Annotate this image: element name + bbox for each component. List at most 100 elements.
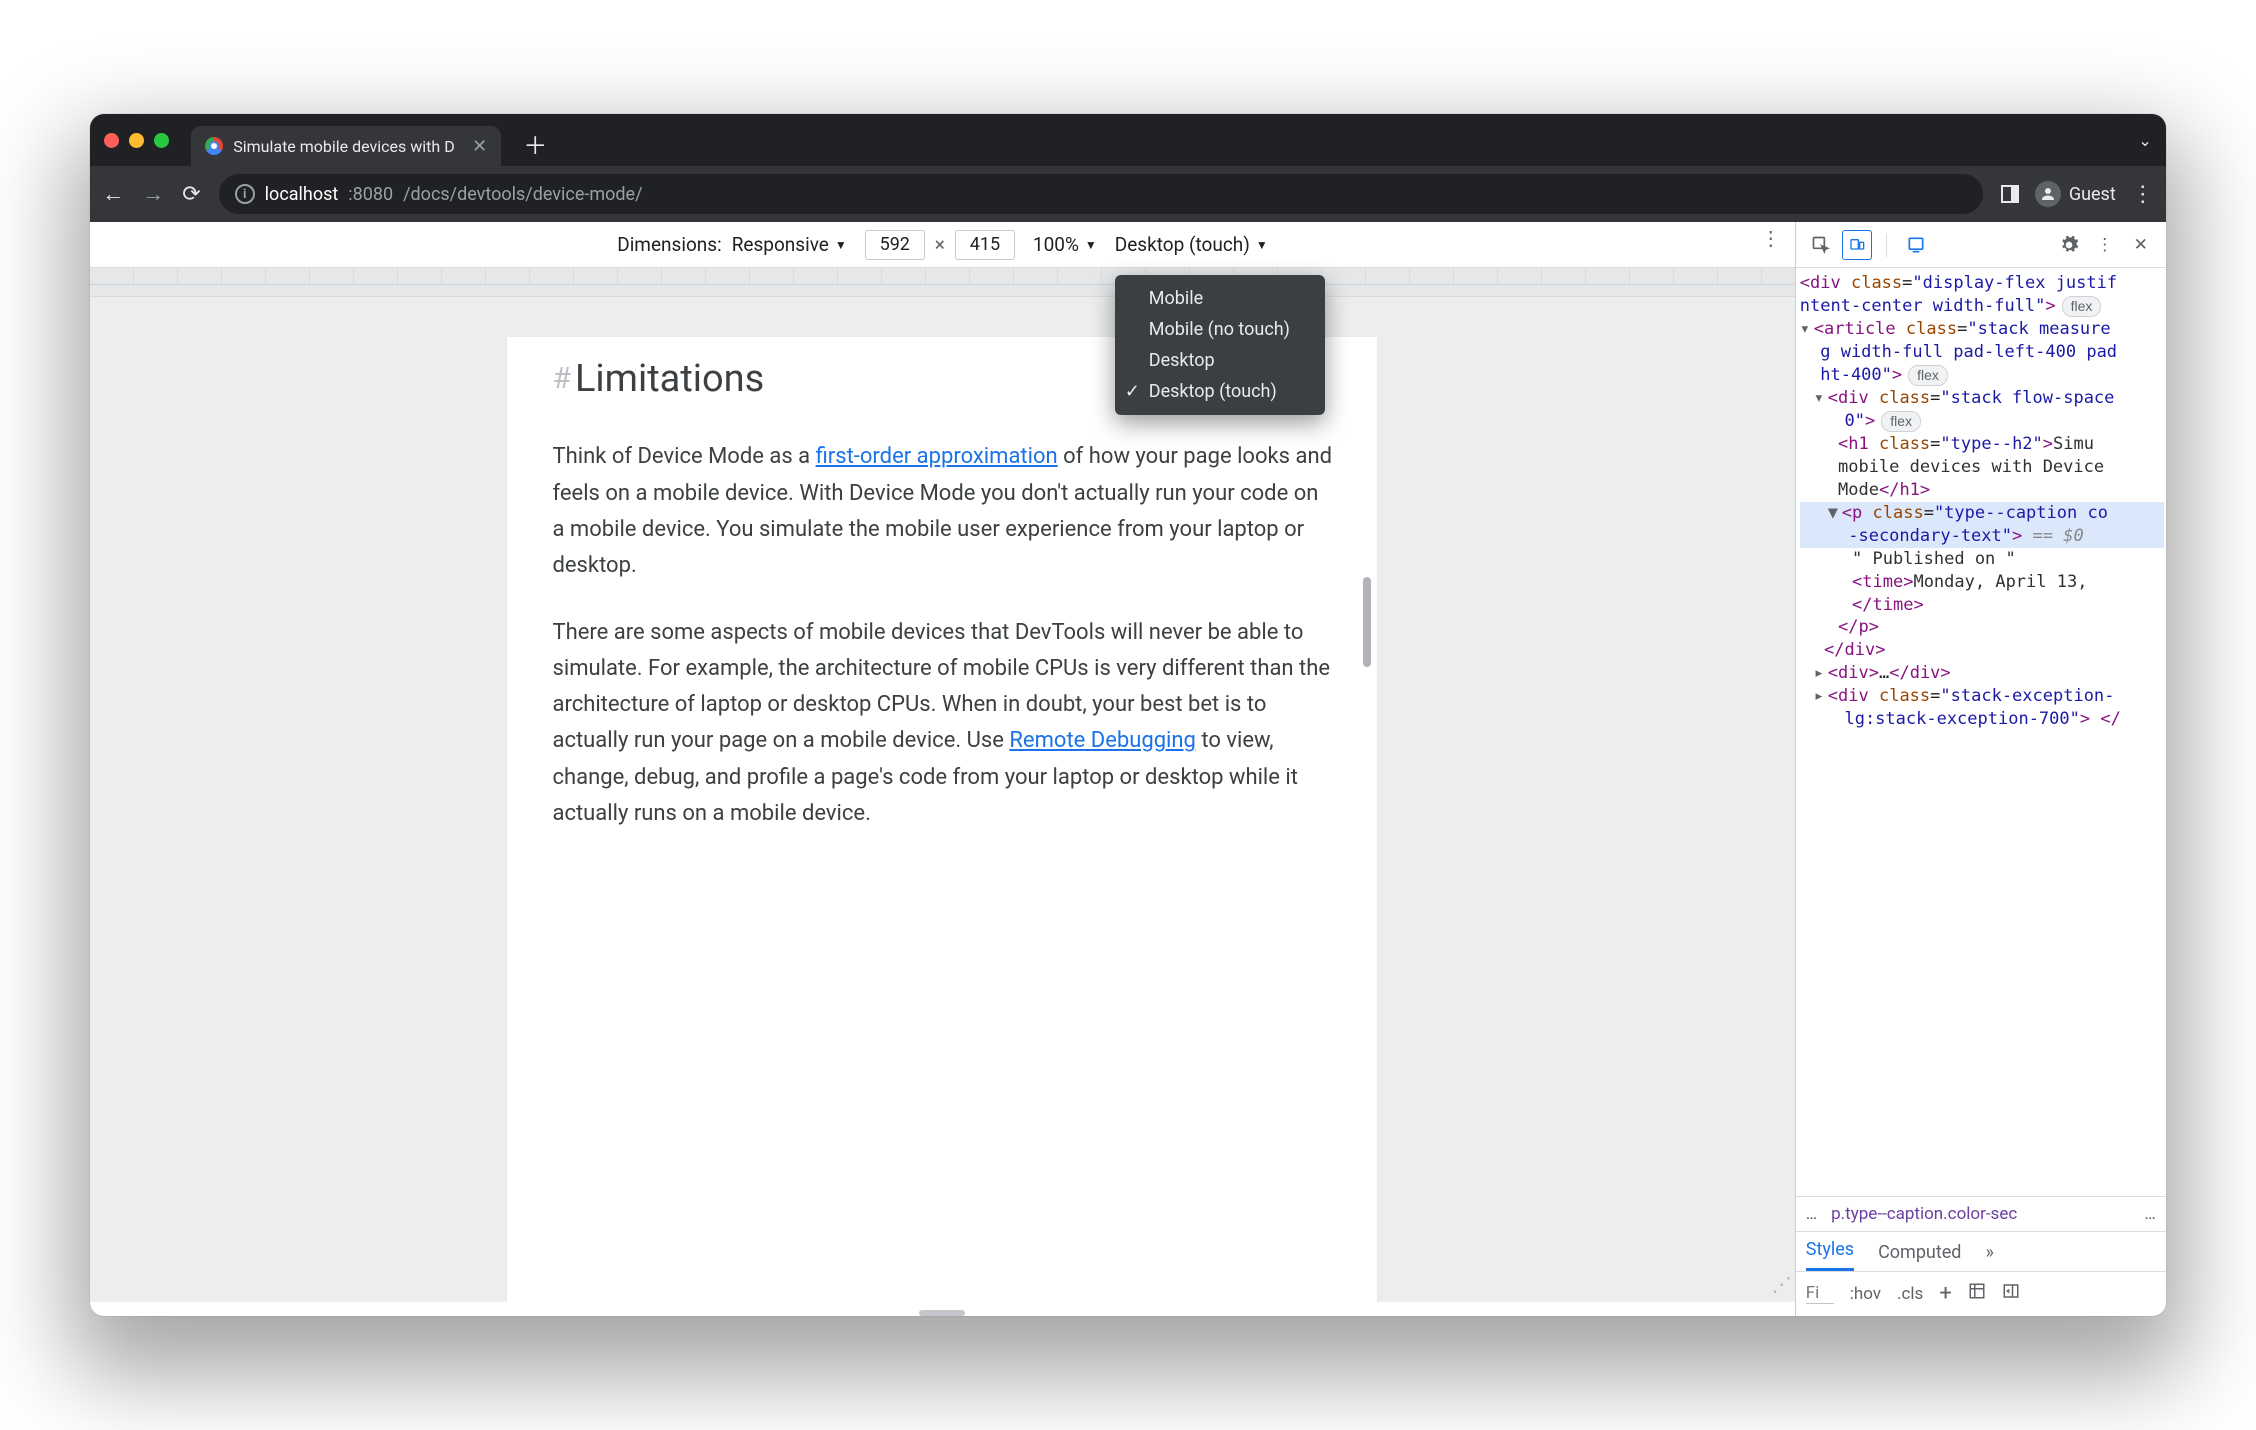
zoom-select[interactable]: 100% ▼: [1033, 233, 1097, 256]
elements-panel-icon[interactable]: [1901, 230, 1931, 260]
remote-debugging-link[interactable]: Remote Debugging: [1009, 728, 1196, 753]
toggle-sidebar-icon[interactable]: [2002, 1282, 2020, 1305]
styles-tabs: Styles Computed »: [1796, 1232, 2166, 1272]
profile-button[interactable]: Guest: [2035, 181, 2116, 207]
dom-node[interactable]: mobile devices with Device: [1800, 456, 2164, 479]
tab-title: Simulate mobile devices with D: [233, 137, 454, 156]
settings-button[interactable]: [2054, 230, 2084, 260]
drag-handle[interactable]: [919, 1310, 965, 1316]
ruler-strip: [90, 285, 1795, 297]
device-type-option[interactable]: Desktop: [1115, 345, 1325, 376]
dom-node[interactable]: -secondary-text"> == $0: [1800, 525, 2164, 548]
close-window-button[interactable]: [104, 133, 119, 148]
dom-node[interactable]: lg:stack-exception-700"> </: [1800, 708, 2164, 731]
computed-styles-icon[interactable]: [1968, 1282, 1986, 1305]
dimension-separator: ×: [935, 233, 945, 256]
side-panel-icon[interactable]: [2001, 185, 2019, 203]
separator: [1886, 233, 1887, 257]
dom-node[interactable]: ▾<article class="stack measure: [1800, 318, 2164, 341]
close-devtools-button[interactable]: ✕: [2126, 230, 2156, 260]
dom-node[interactable]: <time>Monday, April 13,: [1800, 571, 2164, 594]
dom-node[interactable]: </p>: [1800, 616, 2164, 639]
tab-list-button[interactable]: ⌄: [2138, 131, 2151, 150]
dom-node[interactable]: " Published on ": [1800, 548, 2164, 571]
avatar-icon: [2035, 181, 2061, 207]
site-info-icon[interactable]: i: [235, 184, 255, 204]
device-toolbar: Dimensions: Responsive ▼ × 100% ▼: [90, 222, 1795, 268]
anchor-hash-icon[interactable]: #: [552, 361, 570, 396]
back-button[interactable]: ←: [102, 181, 124, 207]
new-style-rule-button[interactable]: +: [1939, 1281, 1951, 1306]
breadcrumb-overflow-right[interactable]: …: [2144, 1204, 2155, 1224]
profile-label: Guest: [2069, 184, 2116, 205]
dimensions-label: Dimensions:: [617, 233, 721, 256]
dom-node[interactable]: ▼<p class="type--caption co: [1800, 502, 2164, 525]
emulated-page: #Limitations Think of Device Mode as a f…: [507, 337, 1377, 1301]
dom-node[interactable]: ntent-center width-full">flex: [1800, 295, 2164, 318]
dom-node[interactable]: <div class="display-flex justif: [1800, 272, 2164, 295]
address-bar[interactable]: i localhost :8080/docs/devtools/device-mo…: [219, 174, 1983, 214]
chevron-down-icon: ▼: [835, 238, 847, 252]
dom-breadcrumb[interactable]: … p.type--caption.color-sec …: [1796, 1196, 2166, 1232]
url-path: /docs/devtools/device-mode/: [403, 184, 642, 205]
minimize-window-button[interactable]: [129, 133, 144, 148]
hov-button[interactable]: :hov: [1850, 1284, 1881, 1304]
paragraph-1: Think of Device Mode as a first-order ap…: [552, 439, 1332, 584]
browser-menu-button[interactable]: ⋮: [2132, 182, 2154, 207]
dom-node[interactable]: </time>: [1800, 594, 2164, 617]
url-host: localhost: [265, 184, 339, 205]
toggle-device-toolbar-button[interactable]: [1842, 230, 1872, 260]
browser-tab[interactable]: Simulate mobile devices with D ✕: [191, 126, 501, 166]
toolbar: ← → ⟳ i localhost :8080/docs/devtools/dev…: [90, 166, 2166, 222]
breadcrumb-overflow[interactable]: …: [1806, 1204, 1817, 1224]
dom-tree[interactable]: <div class="display-flex justifntent-cen…: [1796, 268, 2166, 1195]
resize-handle-icon[interactable]: ⋰: [1772, 1272, 1787, 1296]
dom-node[interactable]: ▾<div class="stack flow-space: [1800, 387, 2164, 410]
cls-button[interactable]: .cls: [1897, 1284, 1923, 1304]
chevron-down-icon: ▼: [1085, 238, 1097, 252]
reload-button[interactable]: ⟳: [182, 182, 200, 207]
device-type-option[interactable]: Mobile (no touch): [1115, 314, 1325, 345]
inspect-element-button[interactable]: [1806, 230, 1836, 260]
dom-node[interactable]: Mode</h1>: [1800, 479, 2164, 502]
dom-node[interactable]: 0">flex: [1800, 410, 2164, 433]
styles-filter-input[interactable]: [1806, 1283, 1834, 1304]
close-tab-button[interactable]: ✕: [472, 136, 487, 157]
dom-node[interactable]: <h1 class="type--h2">Simu: [1800, 433, 2164, 456]
maximize-window-button[interactable]: [154, 133, 169, 148]
dom-node[interactable]: ▸<div class="stack-exception-: [1800, 685, 2164, 708]
emulated-viewport-wrap: #Limitations Think of Device Mode as a f…: [90, 297, 1795, 1301]
first-order-link[interactable]: first-order approximation: [816, 444, 1058, 469]
devtools-panel: ⋮ ✕ <div class="display-flex justifntent…: [1796, 222, 2166, 1315]
width-input[interactable]: [865, 230, 925, 260]
dom-node[interactable]: ht-400">flex: [1800, 364, 2164, 387]
devtools-menu-button[interactable]: ⋮: [2090, 230, 2120, 260]
device-type-option[interactable]: Desktop (touch): [1115, 376, 1325, 407]
dimension-ruler[interactable]: [90, 268, 1795, 285]
breadcrumb-selected[interactable]: p.type--caption.color-sec: [1831, 1204, 2017, 1224]
paragraph-2: There are some aspects of mobile devices…: [552, 615, 1332, 833]
dimensions-mode-select[interactable]: Responsive ▼: [732, 233, 847, 256]
dom-node[interactable]: g width-full pad-left-400 pad: [1800, 341, 2164, 364]
device-type-dropdown: MobileMobile (no touch)DesktopDesktop (t…: [1115, 275, 1325, 415]
window-controls: [104, 133, 169, 148]
chevron-down-icon: ▼: [1256, 238, 1268, 252]
device-toolbar-menu[interactable]: ⋮: [1761, 226, 1781, 250]
devtools-toolbar: ⋮ ✕: [1796, 222, 2166, 268]
tab-strip: Simulate mobile devices with D ✕ ＋ ⌄: [90, 114, 2166, 166]
dom-node[interactable]: ▸<div>…</div>: [1800, 662, 2164, 685]
device-type-option[interactable]: Mobile: [1115, 283, 1325, 314]
url-port: :8080: [348, 184, 393, 205]
new-tab-button[interactable]: ＋: [523, 126, 547, 161]
tab-computed[interactable]: Computed: [1878, 1242, 1961, 1271]
height-input[interactable]: [955, 230, 1015, 260]
tab-more[interactable]: »: [1985, 1242, 1993, 1271]
tab-styles[interactable]: Styles: [1806, 1239, 1854, 1271]
content-row: Dimensions: Responsive ▼ × 100% ▼: [90, 222, 2166, 1315]
styles-toolbar: :hov .cls +: [1796, 1272, 2166, 1316]
device-mode-pane: Dimensions: Responsive ▼ × 100% ▼: [90, 222, 1796, 1315]
device-type-select[interactable]: Desktop (touch) ▼: [1115, 233, 1268, 256]
dom-node[interactable]: </div>: [1800, 639, 2164, 662]
scrollbar-thumb[interactable]: [1363, 577, 1371, 667]
forward-button[interactable]: →: [142, 181, 164, 207]
